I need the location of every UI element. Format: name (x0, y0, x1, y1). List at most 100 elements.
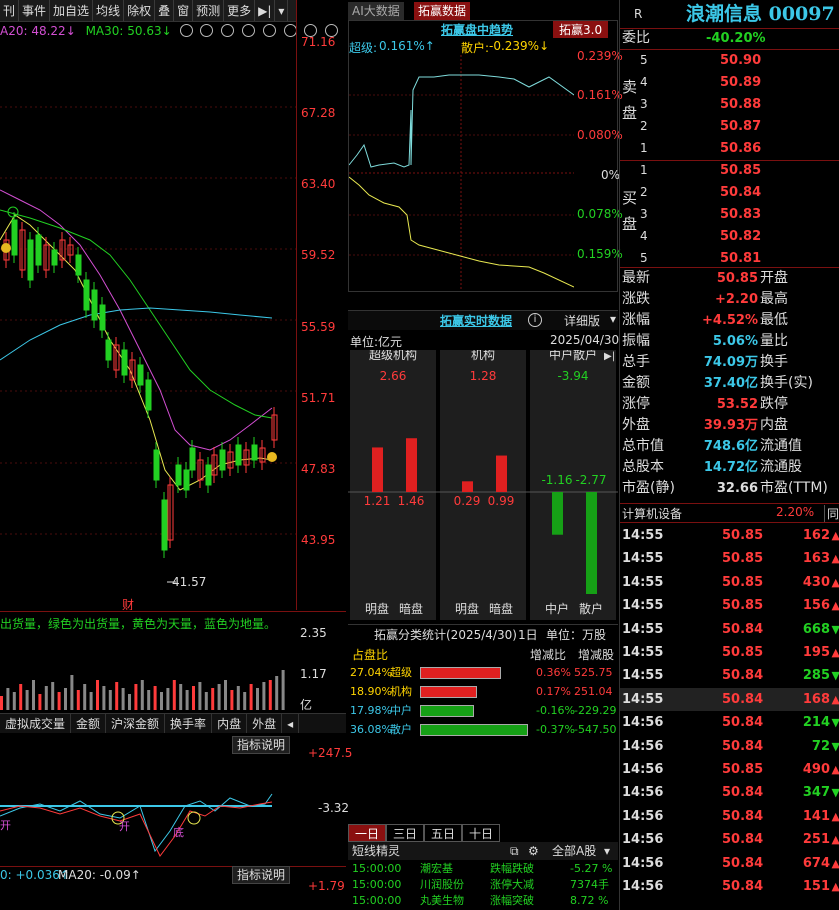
tab-1d[interactable]: 一日 (348, 824, 386, 842)
tab-ai-data[interactable]: AI大数据 (348, 2, 404, 20)
indicator2-note-button[interactable]: 指标说明 (232, 866, 291, 884)
toolbar-add-watchlist-button[interactable]: 加自选 (50, 0, 94, 21)
tab-tuoying-data[interactable]: 拓赢数据 (414, 2, 471, 20)
super-label: 超级: (349, 41, 378, 55)
market-select[interactable]: 全部A股 (552, 842, 596, 860)
sector-change: 2.20% (776, 505, 815, 519)
volume-bar (96, 680, 99, 710)
detail-version-button[interactable]: 详细版 (564, 312, 600, 329)
tab-prev-arrow[interactable]: ◂ (282, 714, 300, 733)
class-stats-header: 拓赢分类统计(2025/4/30) 1日 单位：万股 (348, 624, 618, 642)
toolbar-forecast-button[interactable]: 预测 (193, 0, 225, 21)
export-icon[interactable] (283, 24, 297, 37)
ask-row[interactable]: 4 50.89 (620, 72, 839, 93)
tick-row: 14:56 50.84 251 ▲ (620, 828, 839, 851)
ask-row[interactable]: 3 50.88 (620, 94, 839, 115)
stat-label: 总市值 (622, 438, 664, 454)
indicator-note-button[interactable]: 指标说明 (232, 736, 291, 754)
ask-row[interactable]: 5 50.90 (620, 50, 839, 71)
ask-price: 50.88 (720, 97, 762, 112)
tab-virtual-volume[interactable]: 虚拟成交量 (0, 714, 72, 733)
toolbar-more-button[interactable]: 更多 (224, 0, 256, 21)
ask-price: 50.90 (720, 53, 762, 68)
volume-tick: 1.17 (300, 667, 327, 681)
play-icon[interactable] (221, 24, 235, 37)
kline-chart[interactable]: 41.57 财 (0, 40, 296, 610)
info-icon[interactable] (200, 24, 214, 37)
low-price-label: 41.57 (172, 575, 206, 589)
chevron-down-icon[interactable]: ▾ (604, 842, 610, 860)
indicator-chart[interactable]: 开 开 底 (0, 756, 296, 866)
toolbar-ma-button[interactable]: 均线 (93, 0, 125, 21)
toolbar-window-button[interactable]: 窗 (174, 0, 194, 21)
tab-3d[interactable]: 三日 (386, 824, 424, 842)
sector-more-button[interactable]: 同 (824, 505, 839, 522)
retail-label: 散户: (461, 41, 490, 55)
chevron-down-icon[interactable]: ▾ (610, 312, 616, 326)
bid-price: 50.85 (720, 163, 762, 178)
alert-event: 跌幅跌破 (490, 862, 534, 875)
ask-row[interactable]: 2 50.87 (620, 116, 839, 137)
class-share-bar (420, 686, 477, 698)
volume-bar (192, 686, 195, 710)
tab-outer[interactable]: 外盘 (247, 714, 283, 733)
stat-value: 37.40亿 (703, 376, 758, 391)
candle-body (219, 449, 226, 471)
volume-bar (115, 682, 119, 710)
volume-bar (185, 690, 189, 710)
candle-body (161, 499, 168, 551)
volume-bar (108, 690, 112, 710)
bid-row[interactable]: 2 50.84 (620, 182, 839, 203)
stat-label: 最新 (622, 270, 650, 286)
gear-icon[interactable]: ⚙ (528, 842, 539, 860)
undo-icon[interactable] (242, 24, 255, 37)
class-stats-row: 18.90% 机构 0.17% 251.04 (348, 683, 618, 701)
tick-price: 50.84 (722, 785, 764, 801)
tab-5d[interactable]: 五日 (424, 824, 462, 842)
tick-row: 14:55 50.85 162 ▲ (620, 524, 839, 547)
intraday-ytick: 0.080% (577, 128, 623, 142)
version-button[interactable]: 拓赢3.0 (553, 21, 609, 38)
column-bar-label: 暗盘 (489, 601, 513, 616)
toolbar-dropdown-icon[interactable]: ▾ (275, 0, 289, 21)
stock-name: 浪潮信息 00097 (686, 3, 835, 25)
toolbar-events-button[interactable]: 事件 (19, 0, 51, 21)
toolbar-partial-button[interactable]: 刊 (0, 0, 20, 21)
toolbar-skip-icon[interactable]: ▶| (255, 0, 276, 21)
bid-row[interactable]: 5 50.81 (620, 248, 839, 269)
column-bar-right (586, 492, 597, 594)
candle-body (91, 289, 98, 321)
ask-row[interactable]: 1 50.86 (620, 138, 839, 159)
alert-row[interactable]: 15:00:00 丸美生物 涨幅突破 8.72 % (348, 893, 618, 909)
info-icon[interactable]: i (528, 313, 542, 327)
ask-price: 50.86 (720, 141, 762, 156)
toolbar-overlay-button[interactable]: 叠 (155, 0, 175, 21)
alert-stock: 丸美生物 (420, 894, 464, 907)
bid-row[interactable]: 1 50.85 (620, 160, 839, 181)
tick-time: 14:56 (622, 832, 664, 848)
alert-value: 7374手 (570, 878, 609, 891)
tick-time: 14:56 (622, 762, 664, 777)
tab-turnover[interactable]: 换手率 (165, 714, 213, 733)
toolbar-exright-button[interactable]: 除权 (124, 0, 156, 21)
tab-10d[interactable]: 十日 (462, 824, 500, 842)
bid-price: 50.82 (720, 229, 762, 244)
stat-value: 14.72亿 (703, 460, 758, 475)
bid-level: 3 (640, 207, 648, 221)
tab-sh-sz-amount[interactable]: 沪深金额 (106, 714, 166, 733)
tab-inner[interactable]: 内盘 (212, 714, 248, 733)
tab-amount[interactable]: 金额 (71, 714, 107, 733)
eye-icon[interactable] (179, 24, 193, 37)
class-name: 散户 (390, 723, 412, 736)
bid-row[interactable]: 4 50.82 (620, 226, 839, 247)
tick-time: 14:55 (622, 691, 664, 707)
cut-icon[interactable] (262, 24, 276, 37)
stat-label-right: 开盘 (760, 270, 788, 286)
bid-row[interactable]: 3 50.83 (620, 204, 839, 225)
expand-icon[interactable]: ⧉ (510, 842, 519, 860)
quote-stat-row: 总股本 14.72亿 流通股 (620, 457, 839, 478)
alert-row[interactable]: 15:00:00 川润股份 涨停大减 7374手 (348, 877, 618, 893)
volume-bar (12, 692, 16, 710)
alert-row[interactable]: 15:00:00 潮宏基 跌幅跌破 -5.27 % (348, 861, 618, 877)
sector-row[interactable]: 计算机设备 2.20% 同 (620, 503, 839, 523)
